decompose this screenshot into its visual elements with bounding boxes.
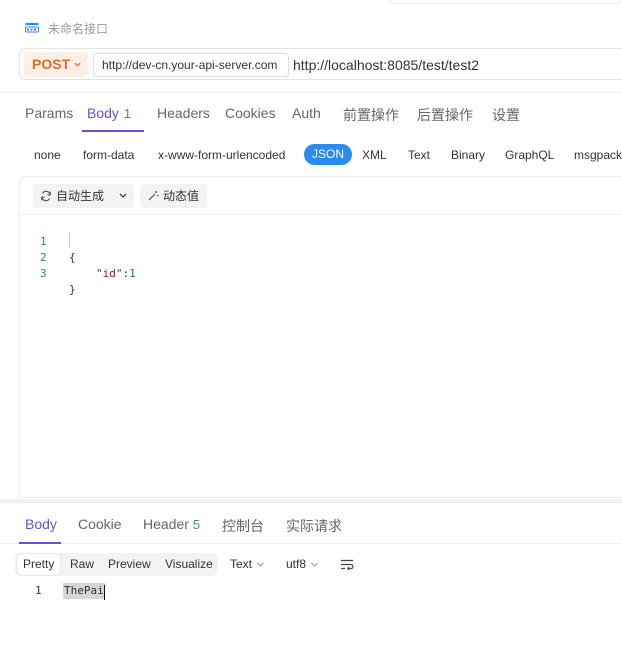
panel-resize-handle[interactable] (0, 499, 622, 503)
environment-prefix[interactable]: http://dev-cn.your-api-server.com (93, 53, 289, 77)
body-type-selector: none form-data x-www-form-urlencoded JSO… (0, 140, 622, 170)
code-line: 2 "id":1 (20, 234, 136, 280)
tab-params[interactable]: Params (25, 105, 73, 121)
dynamic-value-button[interactable]: 动态值 (140, 184, 207, 208)
tab-body[interactable]: Body 1 (87, 105, 131, 121)
tab-headers[interactable]: Headers (157, 105, 210, 121)
tab-settings[interactable]: 设置 (492, 105, 520, 125)
auto-generate-label: 自动生成 (56, 189, 105, 203)
tab-auth[interactable]: Auth (292, 105, 321, 121)
body-type-text[interactable]: Text (408, 148, 430, 162)
json-key: "id" (96, 267, 123, 280)
body-count-badge: 1 (123, 106, 132, 121)
indent-guide (69, 232, 70, 248)
body-type-none[interactable]: none (34, 148, 61, 162)
url-input[interactable] (293, 53, 622, 77)
method-label: POST (32, 56, 71, 72)
tab-post-processors[interactable]: 后置操作 (417, 105, 473, 125)
dynamic-value-label: 动态值 (163, 189, 200, 203)
response-tab-body-underline (19, 542, 61, 544)
body-type-msgpack[interactable]: msgpack (574, 148, 622, 162)
response-tab-header[interactable]: Header 5 (143, 516, 200, 532)
header-count-badge: 5 (192, 517, 201, 532)
format-select[interactable]: Text (230, 557, 265, 571)
auto-generate-button[interactable]: 自动生成 (33, 184, 134, 208)
view-pretty[interactable]: Pretty (17, 554, 61, 575)
response-tab-cookie[interactable]: Cookie (78, 516, 122, 532)
url-bar: POST http://dev-cn.your-api-server.com (19, 48, 622, 80)
chevron-down-icon (311, 562, 318, 568)
chevron-down-icon (119, 193, 127, 198)
view-visualize[interactable]: Visualize (165, 557, 213, 571)
view-mode-segmented: Pretty Raw Preview Visualize (15, 553, 218, 576)
window-top-chip (390, 0, 622, 4)
editor-toolbar: 自动生成 动态值 (20, 177, 622, 215)
tab-cookies[interactable]: Cookies (225, 105, 276, 121)
view-preview[interactable]: Preview (108, 557, 151, 571)
response-tabs: Body Cookie Header 5 控制台 实际请求 (0, 506, 622, 544)
body-type-xml[interactable]: XML (362, 148, 387, 162)
chevron-down-icon (257, 562, 264, 568)
body-type-json[interactable]: JSON (304, 144, 353, 165)
json-brace-close: } (69, 283, 76, 296)
api-title[interactable]: 未命名接口 (48, 20, 108, 37)
response-text: ThePai (63, 583, 105, 599)
body-type-graphql[interactable]: GraphQL (505, 148, 554, 162)
code-line: 3 } (20, 250, 76, 296)
line-number: 1 (35, 584, 42, 597)
chevron-down-icon (74, 62, 81, 67)
line-number: 3 (40, 267, 47, 280)
response-tab-actual-request[interactable]: 实际请求 (286, 516, 342, 536)
view-raw[interactable]: Raw (70, 557, 94, 571)
response-toolbar: Pretty Raw Preview Visualize Text utf8 (0, 551, 622, 577)
body-type-form-data[interactable]: form-data (83, 148, 134, 162)
request-tabs: Params Body 1 Headers Cookies Auth 前置操作 后… (0, 92, 622, 132)
method-select[interactable]: POST (24, 52, 88, 77)
title-bar: 未命名接口 (0, 0, 622, 46)
response-tab-console[interactable]: 控制台 (222, 516, 264, 536)
wrap-lines-icon[interactable] (340, 559, 354, 570)
text-cursor (104, 585, 105, 600)
http-api-icon (25, 23, 39, 33)
tab-body-underline (82, 130, 144, 132)
encoding-select[interactable]: utf8 (286, 557, 319, 571)
body-type-urlencoded[interactable]: x-www-form-urlencoded (158, 148, 285, 162)
magic-wand-icon (148, 191, 159, 201)
code-line: 1 { (20, 218, 76, 264)
refresh-icon (41, 190, 51, 202)
json-value: 1 (129, 267, 136, 280)
body-type-binary[interactable]: Binary (451, 148, 485, 162)
json-brace-open: { (69, 251, 76, 264)
response-tab-body[interactable]: Body (25, 516, 57, 532)
body-editor[interactable]: 自动生成 动态值 1 { 2 "id":1 3 } (19, 176, 622, 498)
tab-pre-processors[interactable]: 前置操作 (343, 105, 399, 125)
